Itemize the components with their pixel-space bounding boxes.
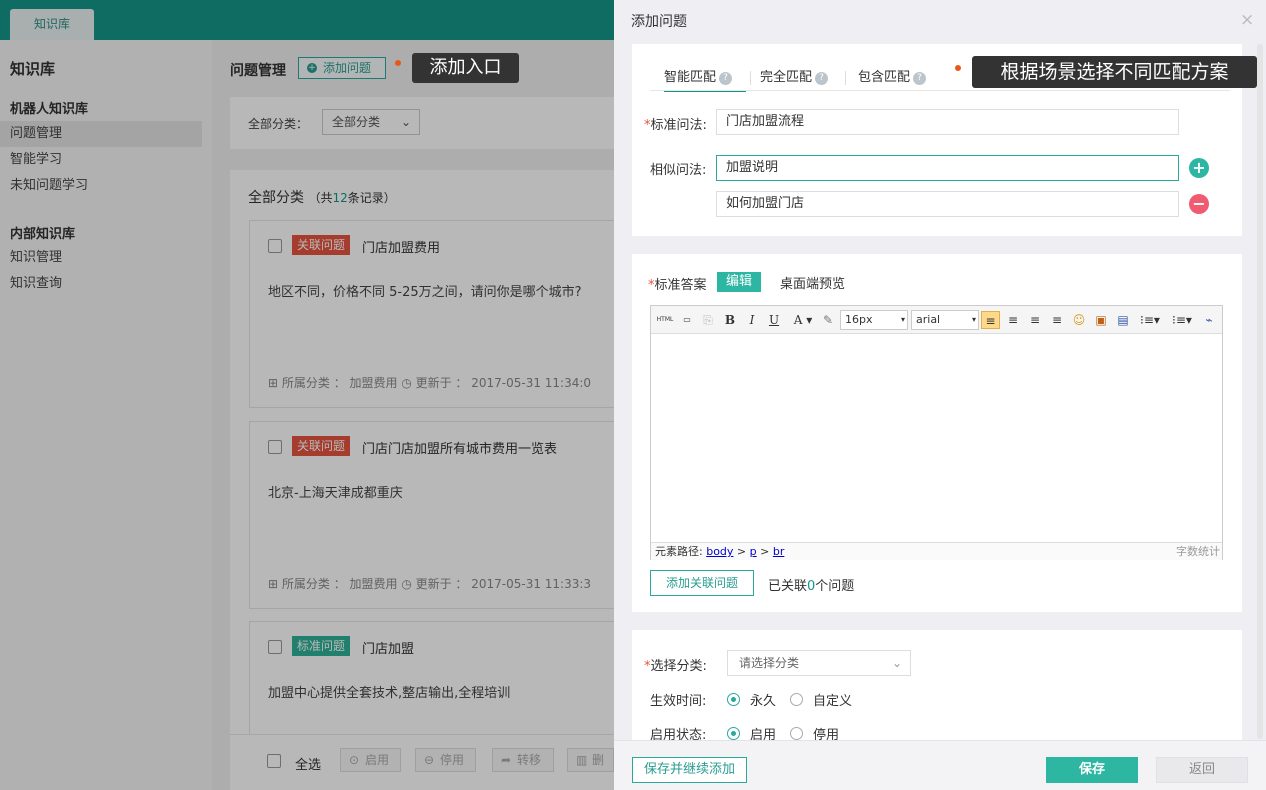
modal-overlay[interactable] [0,0,614,790]
std-question-input[interactable]: 门店加盟流程 [716,109,1179,135]
editor-content-area[interactable] [651,334,1222,542]
radio-custom-label: 自定义 [813,694,853,709]
edit-tab[interactable]: 编辑 [717,272,761,292]
tabs-underline [650,90,1230,91]
linked-prefix: 已关联 [768,579,808,594]
answer-label: *标准答案 [648,274,707,293]
attachment-icon[interactable]: ⌁ [1200,311,1218,329]
tab-divider [750,71,751,85]
paste-icon[interactable]: ⎘ [699,311,717,329]
path-p-link[interactable]: p [750,545,757,558]
italic-icon[interactable]: I [743,311,761,329]
help-icon[interactable]: ? [815,72,829,85]
tab-contains-match[interactable]: 包含匹配? [858,66,927,92]
emoji-icon[interactable]: ☺ [1070,311,1088,329]
eraser-icon[interactable]: ✎ [819,311,837,329]
add-similar-icon[interactable]: + [1189,158,1209,178]
chevron-down-icon: ▾ [971,315,976,324]
radio-disabled[interactable] [790,727,803,740]
save-and-continue-button[interactable]: 保存并继续添加 [632,757,747,783]
font-size-value: 16px [845,313,873,326]
ordered-list-icon[interactable]: ⁝≡▾ [1137,311,1163,329]
settings-section: *选择分类: 请选择分类 ⌄ 生效时间: 永久 自定义 启用状态: 启用 停用 [632,630,1242,743]
bold-icon[interactable]: B [721,311,739,329]
align-left-icon[interactable]: ≡ [981,311,1000,329]
panel-title: 添加问题 [631,14,687,30]
font-size-select[interactable]: 16px ▾ [840,310,908,330]
chevron-down-icon: ⌄ [891,656,902,670]
callout-match-scheme: 根据场景选择不同匹配方案 [972,56,1257,88]
align-justify-icon[interactable]: ≡ [1048,311,1066,329]
rich-text-editor: HTML ▭ ⎘ B I U A ▾ ✎ 16px ▾ arial ▾ ≡ ≡ ≡ … [650,305,1223,560]
category-select[interactable]: 请选择分类 ⌄ [727,650,911,676]
word-count: 字数统计 [1176,545,1220,558]
similar-question-input[interactable]: 加盟说明 [716,155,1179,181]
radio-enabled[interactable] [727,727,740,740]
help-icon[interactable]: ? [913,72,927,85]
std-question-label: *标准问法: [644,114,707,133]
tab-label: 包含匹配 [858,70,911,85]
tab-label: 智能匹配 [664,70,717,85]
desktop-preview-tab[interactable]: 桌面端预览 [780,273,845,292]
underline-icon[interactable]: U [765,311,783,329]
answer-label-text: 标准答案 [654,278,707,293]
tab-label: 完全匹配 [760,70,813,85]
answer-section: *标准答案 编辑 桌面端预览 HTML ▭ ⎘ B I U A ▾ ✎ 16px… [632,254,1242,612]
similar-question-label: 相似问法: [650,163,707,178]
callout-marker-dot [955,65,961,71]
help-icon[interactable]: ? [719,72,733,85]
video-icon[interactable]: ▤ [1114,311,1132,329]
callout-marker-dot [395,60,401,66]
panel-footer: 保存并继续添加 保存 返回 [614,740,1266,790]
editor-status-bar: 元素路径: body > p > br 字数统计 [651,542,1222,560]
std-question-label-text: 标准问法: [650,118,707,133]
font-family-select[interactable]: arial ▾ [911,310,979,330]
save-button[interactable]: 保存 [1046,757,1138,783]
scrollbar[interactable] [1257,44,1263,739]
back-button[interactable]: 返回 [1156,757,1248,783]
align-right-icon[interactable]: ≡ [1004,311,1022,329]
path-body-link[interactable]: body [706,545,733,558]
tab-exact-match[interactable]: 完全匹配? [760,66,829,92]
linked-count-text: 已关联0个问题 [768,575,854,594]
unordered-list-icon[interactable]: ⁝≡▾ [1169,311,1195,329]
radio-permanent-label: 永久 [750,694,777,709]
radio-custom[interactable] [790,693,803,706]
html-source-icon[interactable]: HTML [655,311,675,329]
editor-toolbar: HTML ▭ ⎘ B I U A ▾ ✎ 16px ▾ arial ▾ ≡ ≡ ≡ … [651,306,1222,334]
path-br-link[interactable]: br [773,545,785,558]
chevron-down-icon: ▾ [900,315,905,324]
radio-permanent[interactable] [727,693,740,706]
remove-similar-icon[interactable]: − [1189,194,1209,214]
add-related-question-button[interactable]: 添加关联问题 [650,570,754,596]
align-center-icon[interactable]: ≡ [1026,311,1044,329]
callout-add-entry: 添加入口 [412,53,519,83]
element-path-label: 元素路径: [655,545,703,558]
effective-time-label: 生效时间: [650,694,707,709]
category-label-text: 选择分类: [650,659,707,674]
tab-divider [845,71,846,85]
linked-suffix: 个问题 [815,579,855,594]
font-family-value: arial [916,313,941,326]
image-icon[interactable]: ▣ [1092,311,1110,329]
close-icon[interactable]: × [1240,10,1254,30]
category-placeholder: 请选择分类 [739,656,800,670]
code-icon[interactable]: ▭ [678,311,696,329]
tab-smart-match[interactable]: 智能匹配? [664,66,746,92]
add-question-panel: 添加问题 × 智能匹配? 完全匹配? 包含匹配? *标准问法: 门店加盟流程 相… [614,0,1266,790]
similar-question-input[interactable]: 如何加盟门店 [716,191,1179,217]
category-label: *选择分类: [644,655,707,674]
font-color-icon[interactable]: A ▾ [789,311,817,329]
